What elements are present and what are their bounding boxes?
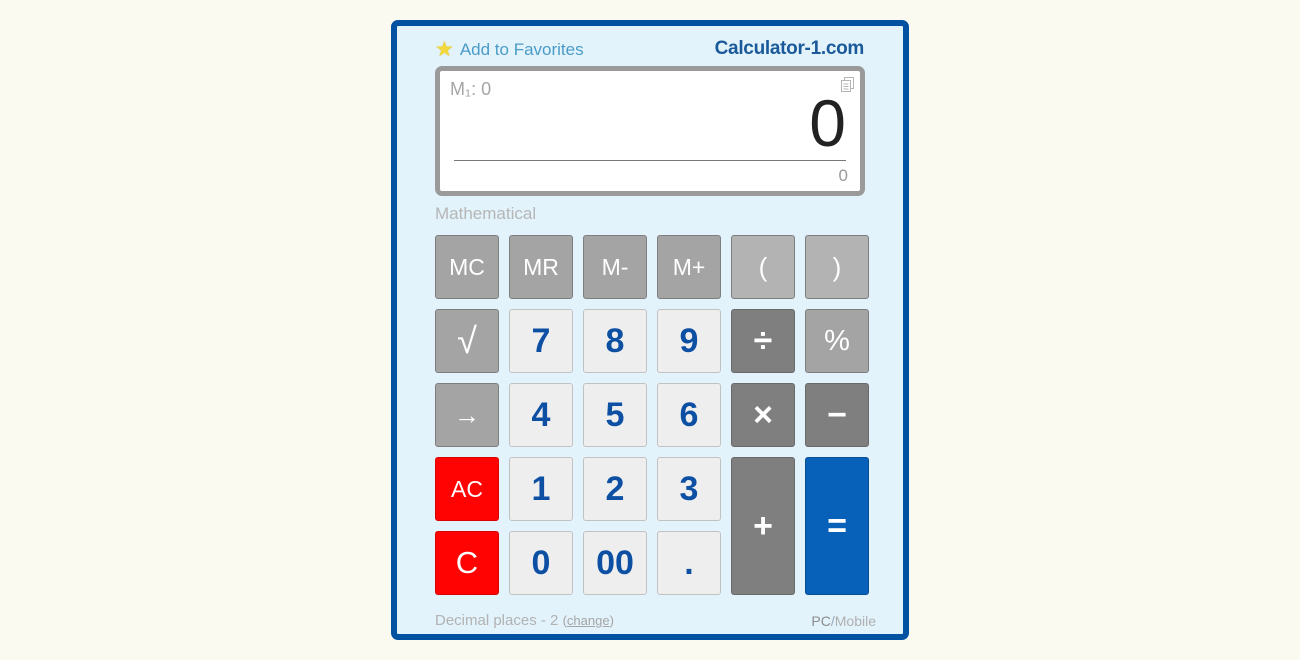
digit-3-button[interactable]: 3 bbox=[657, 457, 721, 521]
all-clear-button[interactable]: AC bbox=[435, 457, 499, 521]
memory-indicator: M₁: 0 bbox=[450, 79, 492, 99]
digit-5-button[interactable]: 5 bbox=[583, 383, 647, 447]
digit-2-button[interactable]: 2 bbox=[583, 457, 647, 521]
pc-version-link[interactable]: PC bbox=[811, 613, 830, 629]
mode-label: Mathematical bbox=[435, 204, 537, 223]
change-decimal-link[interactable]: change bbox=[567, 613, 610, 628]
digit-9-button[interactable]: 9 bbox=[657, 309, 721, 373]
plus-button[interactable]: + bbox=[731, 457, 795, 595]
digit-6-button[interactable]: 6 bbox=[657, 383, 721, 447]
percent-button[interactable]: % bbox=[805, 309, 869, 373]
minus-button[interactable]: − bbox=[805, 383, 869, 447]
open-paren-button[interactable]: ( bbox=[731, 235, 795, 299]
double-zero-button[interactable]: 00 bbox=[583, 531, 647, 595]
backspace-button[interactable]: → bbox=[435, 383, 499, 447]
digit-4-button[interactable]: 4 bbox=[509, 383, 573, 447]
equals-button[interactable]: = bbox=[805, 457, 869, 595]
display-value: 0 bbox=[809, 86, 846, 160]
add-to-favorites-link[interactable]: ★ Add to Favorites bbox=[435, 39, 584, 60]
divide-button[interactable]: ÷ bbox=[731, 309, 795, 373]
change-close-paren: ) bbox=[609, 613, 614, 628]
multiply-button[interactable]: × bbox=[731, 383, 795, 447]
digit-8-button[interactable]: 8 bbox=[583, 309, 647, 373]
m-minus-button[interactable]: M- bbox=[583, 235, 647, 299]
decimal-places-setting: Decimal places - 2 (change) bbox=[435, 612, 614, 629]
mr-button[interactable]: MR bbox=[509, 235, 573, 299]
mobile-version-link[interactable]: Mobile bbox=[835, 613, 876, 629]
display-sub-value: 0 bbox=[838, 166, 848, 185]
clear-button[interactable]: C bbox=[435, 531, 499, 595]
star-icon: ★ bbox=[435, 38, 454, 61]
digit-0-button[interactable]: 0 bbox=[509, 531, 573, 595]
sqrt-button[interactable]: √ bbox=[435, 309, 499, 373]
digit-7-button[interactable]: 7 bbox=[509, 309, 573, 373]
calculator-widget: ★ Add to Favorites Calculator-1.com M₁: … bbox=[391, 20, 909, 640]
m-plus-button[interactable]: M+ bbox=[657, 235, 721, 299]
decimal-places-text: Decimal places - 2 bbox=[435, 612, 559, 629]
decimal-point-button[interactable]: . bbox=[657, 531, 721, 595]
display-divider bbox=[454, 160, 846, 161]
calculator-display: M₁: 0 0 0 bbox=[435, 66, 865, 196]
close-paren-button[interactable]: ) bbox=[805, 235, 869, 299]
favorites-label: Add to Favorites bbox=[459, 39, 584, 59]
version-switch: PC/Mobile bbox=[811, 613, 876, 629]
site-brand: Calculator-1.com bbox=[714, 38, 865, 59]
mc-button[interactable]: MC bbox=[435, 235, 499, 299]
digit-1-button[interactable]: 1 bbox=[509, 457, 573, 521]
